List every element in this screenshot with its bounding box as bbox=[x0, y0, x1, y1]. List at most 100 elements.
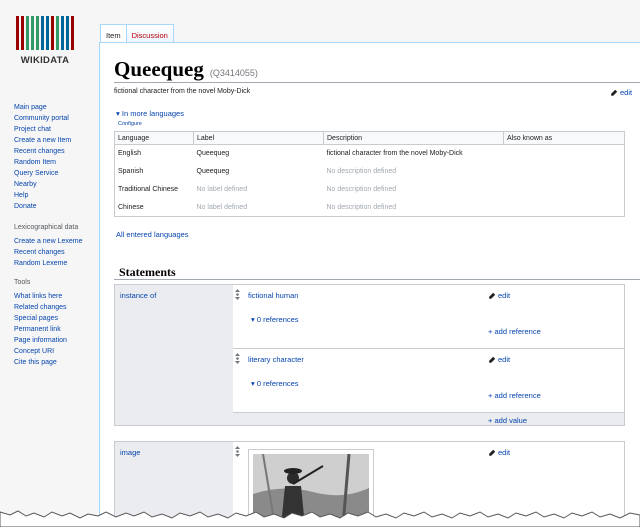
statement-fictional-human: fictional human edit ▾ 0 references + ad… bbox=[233, 285, 624, 349]
logo-bar bbox=[26, 16, 29, 50]
add-reference-button[interactable]: + add reference bbox=[488, 391, 541, 400]
sidebar-lexicographical-section: Lexicographical data Create a new Lexeme… bbox=[14, 222, 82, 269]
column-header-label: Label bbox=[193, 131, 324, 145]
logo-bar bbox=[36, 16, 39, 50]
add-reference-label: add reference bbox=[494, 327, 541, 336]
table-row: Spanish Queequeg No description defined bbox=[115, 163, 625, 181]
edit-statement-button[interactable]: edit bbox=[488, 355, 510, 364]
pencil-icon bbox=[489, 292, 496, 299]
label-cell: Queequeg bbox=[196, 168, 230, 175]
statement-list: fictional human edit ▾ 0 references + ad… bbox=[233, 285, 624, 425]
table-row: English Queequeg fictional character fro… bbox=[115, 145, 625, 163]
plus-icon: + bbox=[488, 327, 493, 336]
edit-statement-button[interactable]: edit bbox=[488, 291, 510, 300]
sidebar-item-query-service[interactable]: Query Service bbox=[14, 168, 71, 179]
add-value-button[interactable]: + add value bbox=[488, 416, 527, 425]
chevron-down-icon: ▾ bbox=[251, 379, 255, 388]
item-label: Queequeg bbox=[114, 57, 204, 81]
statements-divider bbox=[114, 279, 640, 280]
chevron-down-icon: ▾ bbox=[116, 109, 120, 118]
language-cell: Spanish bbox=[118, 168, 144, 175]
language-cell: Traditional Chinese bbox=[118, 186, 179, 193]
language-cell: English bbox=[118, 150, 141, 158]
sidebar-item-related-changes[interactable]: Related changes bbox=[14, 302, 67, 313]
wikidata-wordmark: WIKIDATA bbox=[20, 55, 70, 66]
wikidata-barcode-logo-icon bbox=[14, 16, 76, 50]
edit-label: edit bbox=[498, 355, 511, 364]
sidebar-item-what-links-here[interactable]: What links here bbox=[14, 291, 67, 302]
sidebar-item-cite-this-page[interactable]: Cite this page bbox=[14, 357, 67, 368]
sidebar-item-help[interactable]: Help bbox=[14, 190, 71, 201]
statement-group-instance-of: instance of fictional human edit ▾ 0 ref… bbox=[114, 284, 625, 426]
column-header-also-known-as: Also known as bbox=[503, 131, 625, 145]
sidebar-item-community-portal[interactable]: Community portal bbox=[14, 113, 71, 124]
sidebar-item-create-new-lexeme[interactable]: Create a new Lexeme bbox=[14, 236, 82, 247]
aliases-cell bbox=[504, 145, 625, 163]
add-reference-label: add reference bbox=[494, 391, 541, 400]
statement-literary-character: literary character edit ▾ 0 references +… bbox=[233, 349, 624, 413]
logo-bar bbox=[51, 16, 54, 50]
sidebar-item-create-new-item[interactable]: Create a new Item bbox=[14, 135, 71, 146]
sidebar-item-main-page[interactable]: Main page bbox=[14, 102, 71, 113]
edit-description-button[interactable]: edit bbox=[610, 88, 632, 97]
edit-label: edit bbox=[498, 291, 511, 300]
sidebar-heading-tools: Tools bbox=[14, 279, 31, 286]
sidebar-item-donate[interactable]: Donate bbox=[14, 201, 71, 212]
in-more-languages-toggle[interactable]: ▾ In more languages bbox=[116, 109, 184, 118]
label-cell: No label defined bbox=[196, 203, 248, 211]
edit-statement-button[interactable]: edit bbox=[488, 448, 510, 457]
label-cell: No label defined bbox=[196, 186, 248, 193]
title-divider bbox=[114, 82, 640, 83]
sidebar-item-special-pages[interactable]: Special pages bbox=[14, 313, 67, 324]
label-cell: Queequeg bbox=[196, 150, 230, 158]
logo-bar bbox=[61, 16, 64, 50]
in-more-languages-label: In more languages bbox=[121, 109, 184, 118]
all-entered-languages-link[interactable]: All entered languages bbox=[116, 230, 189, 239]
sidebar-item-concept-uri[interactable]: Concept URI bbox=[14, 346, 67, 357]
references-toggle[interactable]: ▾ 0 references bbox=[251, 315, 299, 324]
item-description: fictional character from the novel Moby-… bbox=[114, 88, 251, 95]
sidebar-item-permanent-link[interactable]: Permanent link bbox=[14, 324, 67, 335]
configure-languages-link[interactable]: Configure bbox=[118, 121, 142, 127]
description-cell: No description defined bbox=[326, 186, 397, 193]
rank-selector-icon[interactable] bbox=[235, 353, 240, 364]
references-toggle[interactable]: ▾ 0 references bbox=[251, 379, 299, 388]
pencil-icon bbox=[489, 449, 496, 456]
property-image[interactable]: image bbox=[120, 448, 140, 457]
sidebar-item-random-lexeme[interactable]: Random Lexeme bbox=[14, 258, 82, 269]
rank-selector-icon[interactable] bbox=[235, 446, 240, 457]
sidebar-item-recent-changes[interactable]: Recent changes bbox=[14, 146, 71, 157]
sidebar-main-navigation: Main page Community portal Project chat … bbox=[14, 102, 71, 212]
add-value-label: add value bbox=[494, 416, 528, 425]
pencil-icon bbox=[611, 89, 618, 96]
property-instance-of[interactable]: instance of bbox=[120, 291, 156, 300]
statement-value[interactable]: literary character bbox=[248, 355, 304, 364]
logo-bar bbox=[56, 16, 59, 50]
add-reference-button[interactable]: + add reference bbox=[488, 327, 541, 336]
logo-bar bbox=[16, 16, 19, 50]
column-header-language: Language bbox=[114, 131, 194, 145]
description-cell: No description defined bbox=[326, 168, 397, 175]
statement-value[interactable]: fictional human bbox=[248, 291, 298, 300]
edit-label: edit bbox=[498, 448, 511, 457]
references-count: 0 references bbox=[256, 379, 299, 388]
sidebar-item-nearby[interactable]: Nearby bbox=[14, 179, 71, 190]
sidebar-item-page-information[interactable]: Page information bbox=[14, 335, 67, 346]
chevron-down-icon: ▾ bbox=[251, 315, 255, 324]
edit-label: edit bbox=[620, 88, 633, 97]
logo-bar bbox=[66, 16, 69, 50]
sidebar-item-project-chat[interactable]: Project chat bbox=[14, 124, 71, 135]
sidebar-item-random-item[interactable]: Random Item bbox=[14, 157, 71, 168]
wikidata-logo[interactable]: WIKIDATA bbox=[14, 16, 76, 66]
page-title: Queequeg (Q3414055) bbox=[114, 57, 258, 82]
table-row: Traditional Chinese No label defined No … bbox=[115, 181, 625, 199]
column-header-description: Description bbox=[323, 131, 504, 145]
table-header-row: Language Label Description Also known as bbox=[114, 131, 625, 145]
language-cell: Chinese bbox=[118, 203, 144, 211]
torn-edge-decoration bbox=[0, 510, 640, 527]
rank-selector-icon[interactable] bbox=[235, 289, 240, 300]
logo-bar bbox=[46, 16, 49, 50]
table-row: Chinese No label defined No description … bbox=[115, 199, 625, 217]
logo-bar bbox=[31, 16, 34, 50]
sidebar-item-lexeme-recent-changes[interactable]: Recent changes bbox=[14, 247, 82, 258]
